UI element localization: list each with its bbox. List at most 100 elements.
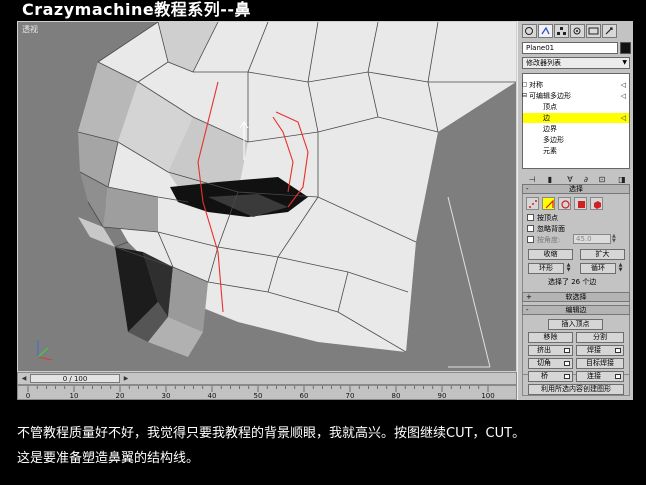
prev-frame-icon[interactable]: ◀	[20, 374, 28, 383]
ruler-tick-label: 70	[346, 392, 355, 399]
ignore-backfacing-checkbox[interactable]: 忽略背面	[527, 224, 565, 234]
object-name-field[interactable]: Plane01	[522, 42, 618, 54]
ruler-tick-label: 90	[438, 392, 447, 399]
collapse-icon[interactable]: ⊟	[522, 91, 527, 101]
utilities-tab[interactable]	[602, 24, 617, 38]
by-vertex-checkbox[interactable]: 按顶点	[527, 213, 558, 223]
settings-icon[interactable]	[564, 361, 570, 366]
settings-icon[interactable]	[615, 374, 621, 379]
grow-button[interactable]: 扩大	[580, 249, 625, 260]
next-frame-icon[interactable]: ▶	[122, 374, 130, 383]
by-angle-checkbox[interactable]: 按角度:	[527, 235, 560, 245]
frame-ruler[interactable]: 0 10 20 30 40 50 60 70 80 90 100	[17, 385, 517, 400]
motion-tab[interactable]	[570, 24, 585, 38]
caption-line-2: 这是要准备塑造鼻翼的结构线。	[17, 451, 200, 466]
subobject-icons	[526, 197, 626, 211]
polygon-mode-icon[interactable]	[574, 197, 587, 210]
split-button[interactable]: 分割	[576, 332, 624, 343]
ruler-tick-label: 0	[26, 392, 30, 399]
axis-tripod-icon	[37, 340, 53, 361]
modify-tab[interactable]	[538, 24, 553, 38]
stack-item[interactable]: 元素	[523, 146, 629, 156]
ruler-tick-label: 80	[392, 392, 401, 399]
perspective-viewport[interactable]: 透视	[17, 21, 517, 372]
frame-ruler-ticks: 0 10 20 30 40 50 60 70 80 90 100	[26, 386, 495, 399]
target-weld-button[interactable]: 目标焊接	[576, 358, 624, 369]
command-panel-tabs	[522, 24, 630, 38]
settings-icon[interactable]	[564, 348, 570, 353]
loop-button[interactable]: 循环	[580, 263, 616, 274]
hierarchy-tab[interactable]	[554, 24, 569, 38]
stack-item[interactable]: 边界	[523, 124, 629, 134]
by-angle-label: 按角度:	[537, 236, 561, 244]
collapse-icon: -	[526, 306, 529, 314]
stack-item-label: 边界	[543, 125, 557, 133]
display-tab[interactable]	[586, 24, 601, 38]
soft-selection-rollout-header[interactable]: + 软选择	[522, 292, 630, 302]
stack-item-label: 对称	[529, 81, 543, 89]
remove-button[interactable]: 移除	[528, 332, 573, 343]
bridge-button[interactable]: 桥	[528, 371, 573, 382]
ruler-tick-label: 50	[254, 392, 263, 399]
modifier-active-icon: ◁	[620, 92, 626, 100]
extrude-label: 挤出	[537, 346, 551, 354]
create-icon	[525, 27, 533, 35]
element-mode-icon[interactable]	[590, 197, 603, 210]
viewport-label[interactable]: 透视	[22, 24, 38, 35]
stack-item[interactable]: 可编辑多边形 ⊟ ◁	[522, 91, 629, 101]
chevron-down-icon: ▼	[622, 59, 627, 66]
vertex-mode-icon[interactable]	[526, 197, 539, 210]
stack-item[interactable]: 对称 ▢ ◁	[522, 80, 629, 90]
insert-vertex-button[interactable]: 插入顶点	[548, 319, 603, 330]
ignore-backfacing-label: 忽略背面	[537, 225, 565, 233]
connect-button[interactable]: 连接	[576, 371, 624, 382]
ring-button[interactable]: 环形	[528, 263, 564, 274]
edge-mode-icon[interactable]	[542, 197, 555, 210]
chamfer-button[interactable]: 切角	[528, 358, 573, 369]
loop-spinner-icon[interactable]: ▲ ▼	[617, 263, 624, 274]
angle-value-field[interactable]: 45.0	[573, 234, 611, 244]
checkbox-box	[527, 236, 534, 243]
weld-button[interactable]: 焊接	[576, 345, 624, 356]
checkbox-box	[527, 225, 534, 232]
ruler-tick-label: 100	[481, 392, 494, 399]
ring-spinner-icon[interactable]: ▲ ▼	[565, 263, 572, 274]
weld-label: 焊接	[587, 346, 601, 354]
border-mode-icon[interactable]	[558, 197, 571, 210]
angle-spinner-icon[interactable]: ▲ ▼	[612, 234, 618, 244]
by-vertex-label: 按顶点	[537, 214, 558, 222]
expand-icon: +	[526, 293, 532, 301]
stack-item[interactable]: 边 ◁	[523, 113, 629, 123]
stack-item-label: 可编辑多边形	[529, 92, 571, 100]
settings-icon[interactable]	[564, 374, 570, 379]
modifier-list-label: 修改器列表	[526, 59, 561, 67]
chamfer-label: 切角	[537, 359, 551, 367]
ruler-tick-label: 60	[300, 392, 309, 399]
stack-item[interactable]: 顶点	[523, 102, 629, 112]
utilities-icon	[605, 27, 613, 35]
hierarchy-icon	[557, 27, 566, 35]
lightbulb-icon[interactable]: ▢	[522, 80, 528, 90]
bridge-label: 桥	[541, 372, 548, 380]
time-slider[interactable]: 0 / 100	[30, 374, 120, 383]
edit-edges-rollout-header[interactable]: - 编辑边	[522, 305, 630, 315]
modifier-list-dropdown[interactable]: 修改器列表 ▼	[522, 57, 630, 69]
extrude-button[interactable]: 挤出	[528, 345, 573, 356]
caption-line-1: 不管教程质量好不好，我觉得只要我教程的背景顺眼，我就高兴。按图继续CUT，CUT…	[17, 426, 526, 441]
stack-item[interactable]: 多边形	[523, 135, 629, 145]
selection-rollout-header[interactable]: - 选择	[522, 184, 630, 194]
create-shape-button[interactable]: 利用所选内容创建图形	[528, 384, 624, 395]
time-slider-track[interactable]: ◀ 0 / 100 ▶	[17, 372, 517, 385]
stack-item-label: 顶点	[543, 103, 557, 111]
modifier-active-icon: ◁	[620, 81, 626, 89]
nose-mesh-render	[37, 22, 516, 368]
ruler-tick-label: 40	[208, 392, 217, 399]
object-color-swatch[interactable]	[620, 42, 631, 54]
modifier-stack: 对称 ▢ ◁ 可编辑多边形 ⊟ ◁ 顶点边 ◁ 边界多边形 元素	[522, 73, 630, 169]
ruler-tick-label: 20	[116, 392, 125, 399]
settings-icon[interactable]	[615, 348, 621, 353]
create-tab[interactable]	[522, 24, 537, 38]
shrink-button[interactable]: 收缩	[528, 249, 573, 260]
edit-edges-header-label: 编辑边	[565, 306, 587, 314]
motion-icon	[573, 27, 581, 35]
